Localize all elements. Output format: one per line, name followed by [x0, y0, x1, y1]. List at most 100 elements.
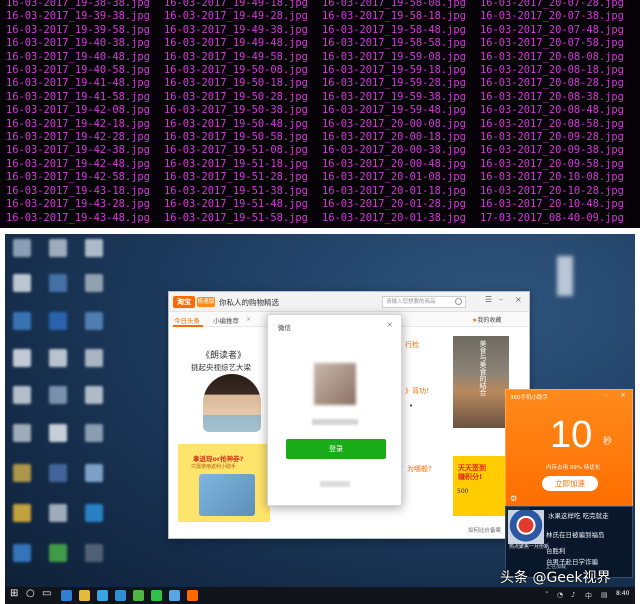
task-view-icon[interactable]: ▭: [42, 588, 51, 599]
desktop-icon[interactable]: [13, 274, 31, 292]
desktop-icon[interactable]: [49, 464, 67, 482]
volume-icon[interactable]: ♪: [571, 591, 575, 599]
desktop-icon[interactable]: [13, 349, 31, 367]
switch-account-link[interactable]: [320, 481, 350, 487]
favorites-link[interactable]: ★我的收藏: [472, 315, 501, 324]
desktop-icon[interactable]: [85, 424, 103, 442]
filename-entry: 16-03-2017_19-43-48.jpg: [6, 211, 150, 224]
close-icon[interactable]: ×: [386, 320, 393, 329]
ime-icon[interactable]: 中: [585, 591, 592, 601]
desktop-icon[interactable]: [85, 504, 103, 522]
desktop-icon[interactable]: [49, 544, 67, 562]
tray-chevron-icon[interactable]: ˄: [545, 591, 549, 599]
article-snippet[interactable]: 行检: [405, 340, 419, 350]
desktop-icon[interactable]: [557, 256, 573, 296]
desktop-icon[interactable]: [49, 274, 67, 292]
filename-entry: 16-03-2017_19-40-48.jpg: [6, 50, 150, 63]
desktop-icon[interactable]: [13, 312, 31, 330]
filename-entry: 16-03-2017_20-08-38.jpg: [480, 90, 624, 103]
filename-entry: 16-03-2017_19-59-18.jpg: [322, 64, 466, 77]
minimize-icon[interactable]: –: [604, 391, 608, 399]
desktop-icon[interactable]: [85, 386, 103, 404]
promo-line-1: 天天签到: [458, 464, 486, 472]
desktop-icon[interactable]: [85, 349, 103, 367]
filename-entry: 16-03-2017_20-08-28.jpg: [480, 77, 624, 90]
filename-entry: 16-03-2017_20-01-18.jpg: [322, 184, 466, 197]
ad-title: 《朗读者》: [201, 351, 247, 361]
desktop-icon[interactable]: [85, 274, 103, 292]
desktop-icon[interactable]: [49, 424, 67, 442]
news-item[interactable]: 水果这样吃 吃完就走: [548, 510, 609, 520]
desktop-icon[interactable]: [49, 349, 67, 367]
close-icon[interactable]: ×: [620, 391, 626, 399]
edge-icon[interactable]: [61, 590, 72, 601]
gear-icon[interactable]: ⚙: [510, 494, 517, 503]
speed-up-button[interactable]: 立即加速: [542, 476, 598, 491]
filename-entry: 16-03-2017_19-42-48.jpg: [6, 157, 150, 170]
desktop-icon[interactable]: [49, 312, 67, 330]
network-icon[interactable]: ◔: [557, 591, 563, 599]
filename-entry: 16-03-2017_19-42-58.jpg: [6, 171, 150, 184]
desktop-icon[interactable]: [85, 464, 103, 482]
filename-entry: 16-03-2017_19-49-58.jpg: [164, 50, 308, 63]
tab-editor-picks[interactable]: 小编推荐: [213, 315, 239, 325]
clock[interactable]: 8:40: [616, 590, 629, 597]
filename-entry: 16-03-2017_20-00-08.jpg: [322, 117, 466, 130]
browser-footer-link[interactable]: 如何比价备案: [468, 526, 501, 534]
news-item[interactable]: 台胜利: [546, 545, 566, 555]
filename-entry: 16-03-2017_19-43-28.jpg: [6, 198, 150, 211]
search-icon[interactable]: ○: [26, 588, 35, 599]
mail-icon[interactable]: [115, 590, 126, 601]
wechat-login-dialog[interactable]: 微信 × 登录: [267, 314, 402, 506]
browser-taskbar-icon[interactable]: [133, 590, 144, 601]
news-item[interactable]: 林氏在日被骗到福岛: [546, 529, 605, 539]
desktop-icon[interactable]: [13, 504, 31, 522]
speedup-widget[interactable]: 360手机小助手 – × 10 秒 内存占用 99% 待优化 立即加速 ⚙: [505, 389, 633, 507]
filename-entry: 16-03-2017_20-00-18.jpg: [322, 131, 466, 144]
desktop-icon[interactable]: [49, 504, 67, 522]
desktop-icon[interactable]: [13, 239, 31, 257]
browser-titlebar: 淘宝 极速版 你私人的购物精选 请输入您想要的商品 ☰ – ×: [169, 292, 529, 312]
minimize-icon[interactable]: –: [499, 295, 503, 304]
store-icon[interactable]: [97, 590, 108, 601]
menu-icon[interactable]: ☰: [485, 295, 492, 304]
login-button[interactable]: 登录: [286, 439, 386, 459]
desktop-icon[interactable]: [13, 386, 31, 404]
desktop-icon[interactable]: [85, 544, 103, 562]
desktop-icon[interactable]: [49, 386, 67, 404]
desktop-icon[interactable]: [85, 239, 103, 257]
countdown-unit: 秒: [603, 437, 613, 447]
tab-close-icon[interactable]: ×: [246, 315, 251, 323]
desktop-icon[interactable]: [85, 312, 103, 330]
favorites-label: 我的收藏: [477, 317, 502, 324]
avatar: [314, 363, 356, 405]
news-caption: 热点聚焦一月份新: [509, 544, 550, 550]
filename-entry: 16-03-2017_20-07-58.jpg: [480, 37, 624, 50]
search-icon[interactable]: [455, 298, 462, 305]
desktop-icon[interactable]: [13, 424, 31, 442]
filename-entry: 16-03-2017_19-39-38.jpg: [6, 10, 150, 23]
desktop-icon[interactable]: [49, 239, 67, 257]
filename-entry: 16-03-2017_20-08-48.jpg: [480, 104, 624, 117]
close-icon[interactable]: ×: [515, 295, 522, 304]
article-snippet[interactable]: 》背功!: [405, 386, 429, 396]
promo-points: 500: [457, 488, 469, 495]
filename-entry: 16-03-2017_20-09-38.jpg: [480, 144, 624, 157]
app-taskbar-icon[interactable]: [169, 590, 180, 601]
notification-icon[interactable]: ▤: [601, 591, 608, 599]
watermark: 头条 @Geek视界: [500, 570, 611, 586]
filename-entry: 16-03-2017_20-07-38.jpg: [480, 10, 624, 23]
folder-icon[interactable]: [79, 590, 90, 601]
filename-entry: 17-03-2017_08-40-09.jpg: [480, 211, 624, 224]
taobao-taskbar-icon[interactable]: [187, 590, 198, 601]
food-ad-text: 美食与美食的结合: [479, 340, 487, 396]
desktop: 淘宝 极速版 你私人的购物精选 请输入您想要的商品 ☰ – × 今日头条 小编推…: [5, 234, 635, 604]
desktop-icon[interactable]: [13, 464, 31, 482]
start-button[interactable]: ⊞: [10, 588, 18, 599]
product-search-input[interactable]: 请输入您想要的商品: [382, 296, 466, 308]
article-snippet[interactable]: 为哪般?: [407, 464, 432, 474]
desktop-icon[interactable]: [13, 544, 31, 562]
tab-today-headlines[interactable]: 今日头条: [174, 315, 200, 325]
filename-entry: 16-03-2017_20-09-28.jpg: [480, 131, 624, 144]
wechat-taskbar-icon[interactable]: [151, 590, 162, 601]
